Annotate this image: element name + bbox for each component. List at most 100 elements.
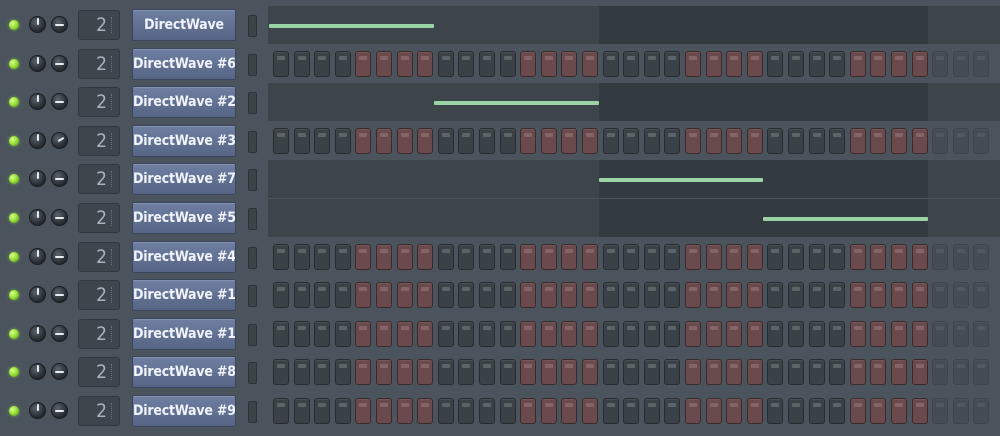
- step-button[interactable]: [376, 243, 392, 270]
- step-button[interactable]: [643, 359, 660, 386]
- step-button[interactable]: [520, 320, 537, 347]
- step-button[interactable]: [973, 282, 990, 309]
- step-button[interactable]: [376, 127, 392, 154]
- channel-select-indicator[interactable]: [248, 323, 257, 346]
- step-button[interactable]: [273, 282, 289, 309]
- mini-piano-roll[interactable]: [268, 83, 1000, 122]
- mini-piano-roll[interactable]: [268, 199, 1000, 237]
- step-button[interactable]: [746, 127, 763, 154]
- step-button[interactable]: [891, 127, 907, 154]
- step-button[interactable]: [849, 50, 866, 77]
- step-button[interactable]: [623, 320, 640, 347]
- volume-knob[interactable]: [29, 170, 46, 188]
- step-button[interactable]: [561, 243, 578, 270]
- step-button[interactable]: [829, 282, 846, 309]
- step-button[interactable]: [520, 359, 537, 386]
- step-button[interactable]: [808, 127, 825, 154]
- note-bar[interactable]: [433, 101, 599, 106]
- step-button[interactable]: [849, 320, 866, 347]
- step-button[interactable]: [582, 320, 598, 347]
- step-button[interactable]: [334, 127, 351, 154]
- step-button[interactable]: [726, 127, 743, 154]
- step-button[interactable]: [932, 282, 949, 309]
- step-button[interactable]: [685, 50, 701, 77]
- step-button[interactable]: [664, 50, 681, 77]
- step-button[interactable]: [355, 50, 372, 77]
- step-button[interactable]: [952, 50, 969, 77]
- step-button[interactable]: [334, 50, 351, 77]
- step-button[interactable]: [376, 398, 392, 424]
- step-button[interactable]: [952, 320, 969, 347]
- step-button[interactable]: [293, 127, 310, 154]
- step-button[interactable]: [643, 127, 660, 154]
- step-button[interactable]: [602, 243, 619, 270]
- step-button[interactable]: [334, 320, 351, 347]
- step-button[interactable]: [355, 320, 372, 347]
- mixer-track-selector[interactable]: 2: [78, 396, 120, 426]
- channel-name-button[interactable]: DirectWave #7: [132, 163, 236, 196]
- step-button[interactable]: [973, 320, 990, 347]
- step-button[interactable]: [870, 243, 887, 270]
- step-button[interactable]: [355, 398, 372, 424]
- step-button[interactable]: [973, 359, 990, 386]
- step-button[interactable]: [293, 398, 310, 424]
- pan-knob[interactable]: [51, 16, 68, 33]
- step-button[interactable]: [932, 320, 949, 347]
- step-button[interactable]: [396, 282, 413, 309]
- step-button[interactable]: [705, 282, 722, 309]
- step-button[interactable]: [746, 320, 763, 347]
- mute-led[interactable]: [9, 406, 19, 416]
- channel-name-button[interactable]: DirectWave #6: [132, 47, 236, 80]
- step-button[interactable]: [849, 359, 866, 386]
- step-button[interactable]: [911, 50, 928, 77]
- step-button[interactable]: [808, 320, 825, 347]
- step-button[interactable]: [458, 398, 475, 424]
- step-button[interactable]: [788, 398, 804, 424]
- step-button[interactable]: [685, 282, 701, 309]
- step-button[interactable]: [623, 243, 640, 270]
- step-button[interactable]: [293, 50, 310, 77]
- step-button[interactable]: [643, 243, 660, 270]
- pan-knob[interactable]: [51, 170, 68, 188]
- step-button[interactable]: [602, 282, 619, 309]
- step-button[interactable]: [479, 243, 495, 270]
- channel-name-button[interactable]: DirectWave #9: [132, 395, 236, 427]
- step-button[interactable]: [293, 282, 310, 309]
- step-button[interactable]: [314, 282, 331, 309]
- step-button[interactable]: [623, 398, 640, 424]
- channel-name-button[interactable]: DirectWave: [132, 9, 236, 41]
- step-button[interactable]: [911, 282, 928, 309]
- step-button[interactable]: [891, 282, 907, 309]
- step-button[interactable]: [746, 359, 763, 386]
- step-button[interactable]: [458, 243, 475, 270]
- step-button[interactable]: [540, 282, 557, 309]
- note-bar[interactable]: [763, 217, 929, 221]
- step-button[interactable]: [582, 398, 598, 424]
- channel-name-button[interactable]: DirectWave #8: [132, 356, 236, 389]
- step-button[interactable]: [685, 127, 701, 154]
- step-button[interactable]: [726, 398, 743, 424]
- note-bar[interactable]: [269, 24, 434, 28]
- step-button[interactable]: [396, 127, 413, 154]
- pan-knob[interactable]: [51, 363, 68, 381]
- step-button[interactable]: [437, 243, 454, 270]
- step-button[interactable]: [891, 320, 907, 347]
- step-button[interactable]: [870, 359, 887, 386]
- step-button[interactable]: [973, 243, 990, 270]
- channel-select-indicator[interactable]: [248, 285, 257, 308]
- mixer-track-selector[interactable]: 2: [78, 318, 120, 349]
- step-button[interactable]: [561, 127, 578, 154]
- step-button[interactable]: [726, 50, 743, 77]
- step-button[interactable]: [726, 320, 743, 347]
- step-button[interactable]: [643, 282, 660, 309]
- mute-led[interactable]: [9, 174, 19, 185]
- pan-knob[interactable]: [51, 209, 68, 226]
- step-button[interactable]: [479, 398, 495, 424]
- step-button[interactable]: [767, 243, 784, 270]
- step-button[interactable]: [788, 50, 804, 77]
- step-button[interactable]: [623, 127, 640, 154]
- step-button[interactable]: [602, 127, 619, 154]
- step-button[interactable]: [664, 398, 681, 424]
- step-button[interactable]: [973, 50, 990, 77]
- step-button[interactable]: [602, 359, 619, 386]
